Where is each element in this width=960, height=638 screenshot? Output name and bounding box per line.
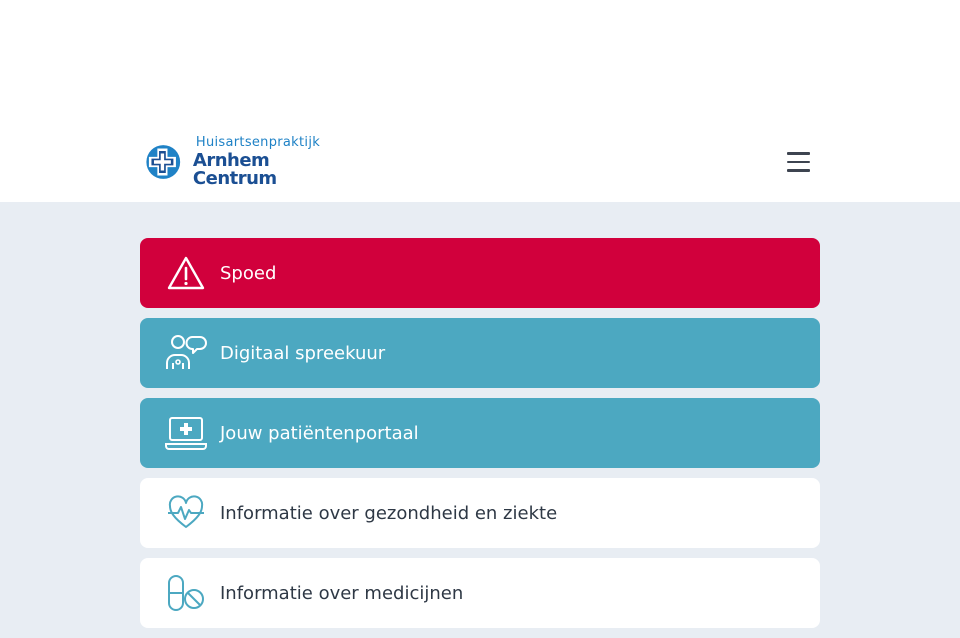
laptop-medical-icon [165, 417, 207, 450]
logo-subtitle: Huisartsenpraktijk [195, 135, 321, 150]
tile-label: Jouw patiëntenportaal [220, 422, 419, 444]
tile-label: Digitaal spreekuur [220, 342, 386, 364]
hamburger-line [786, 152, 810, 155]
pill-icon [168, 575, 204, 611]
tile-informatie-medicijnen[interactable]: Informatie over medicijnen [140, 558, 820, 628]
hamburger-line [786, 160, 810, 164]
hamburger-line [786, 169, 810, 172]
tile-patientenportaal[interactable]: Jouw patiëntenportaal [140, 398, 820, 468]
tile-spoed[interactable]: Spoed [140, 238, 820, 308]
tile-digitaal-spreekuur[interactable]: Digitaal spreekuur [140, 318, 820, 388]
tile-label: Informatie over medicijnen [220, 582, 464, 604]
site-header: Huisartsenpraktijk Arnhem Centrum [0, 0, 960, 202]
tile-informatie-gezondheid[interactable]: Informatie over gezondheid en ziekte [140, 478, 820, 548]
quick-links: Spoed Digitaal spreekuur Jouw patiëntenp [140, 238, 820, 638]
heartbeat-icon [168, 495, 204, 528]
hamburger-menu-button[interactable] [780, 146, 816, 178]
warning-icon [167, 256, 205, 290]
site-logo[interactable]: Huisartsenpraktijk Arnhem Centrum [143, 136, 333, 188]
logo-title: Arnhem Centrum [192, 150, 277, 189]
chat-people-icon [166, 335, 207, 369]
tile-label: Informatie over gezondheid en ziekte [220, 502, 558, 524]
tile-label: Spoed [220, 262, 277, 284]
logo-cross-icon [146, 145, 181, 179]
